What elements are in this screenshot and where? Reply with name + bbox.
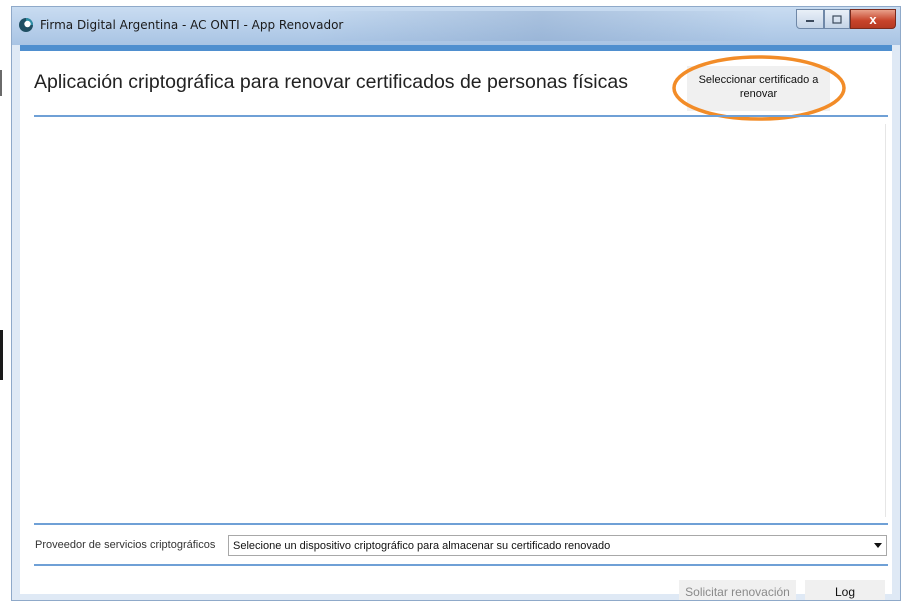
title-bar-glass xyxy=(312,11,772,41)
provider-dropdown-value: Selecione un dispositivo criptográfico p… xyxy=(233,539,611,552)
actions-divider xyxy=(34,564,888,566)
content-border xyxy=(885,124,886,517)
log-button[interactable]: Log xyxy=(805,580,885,600)
provider-dropdown[interactable]: Selecione un dispositivo criptográfico p… xyxy=(228,535,887,556)
app-logo-icon xyxy=(19,18,33,32)
close-button[interactable]: x xyxy=(850,9,896,29)
background-edge-artifact xyxy=(0,330,3,380)
page-title: Aplicación criptográfica para renovar ce… xyxy=(34,71,628,93)
minimize-icon xyxy=(806,20,814,22)
main-panel: Aplicación criptográfica para renovar ce… xyxy=(20,45,892,600)
chevron-down-icon[interactable] xyxy=(870,536,886,555)
request-renewal-button[interactable]: Solicitar renovación xyxy=(679,580,796,600)
certificate-content-area xyxy=(34,124,886,517)
close-icon: x xyxy=(869,11,877,27)
footer-divider xyxy=(34,523,888,525)
title-bar[interactable]: Firma Digital Argentina - AC ONTI - App … xyxy=(12,7,900,45)
app-window: Firma Digital Argentina - AC ONTI - App … xyxy=(11,6,901,601)
background-edge-artifact xyxy=(0,70,2,96)
select-certificate-button[interactable]: Seleccionar certificado a renovar xyxy=(687,66,830,111)
maximize-button[interactable] xyxy=(824,9,850,29)
window-title: Firma Digital Argentina - AC ONTI - App … xyxy=(40,18,344,32)
provider-label: Proveedor de servicios criptográficos xyxy=(35,539,216,551)
window-controls: x xyxy=(796,9,896,31)
maximize-icon xyxy=(832,14,842,24)
header-divider xyxy=(34,115,888,117)
minimize-button[interactable] xyxy=(796,9,824,29)
